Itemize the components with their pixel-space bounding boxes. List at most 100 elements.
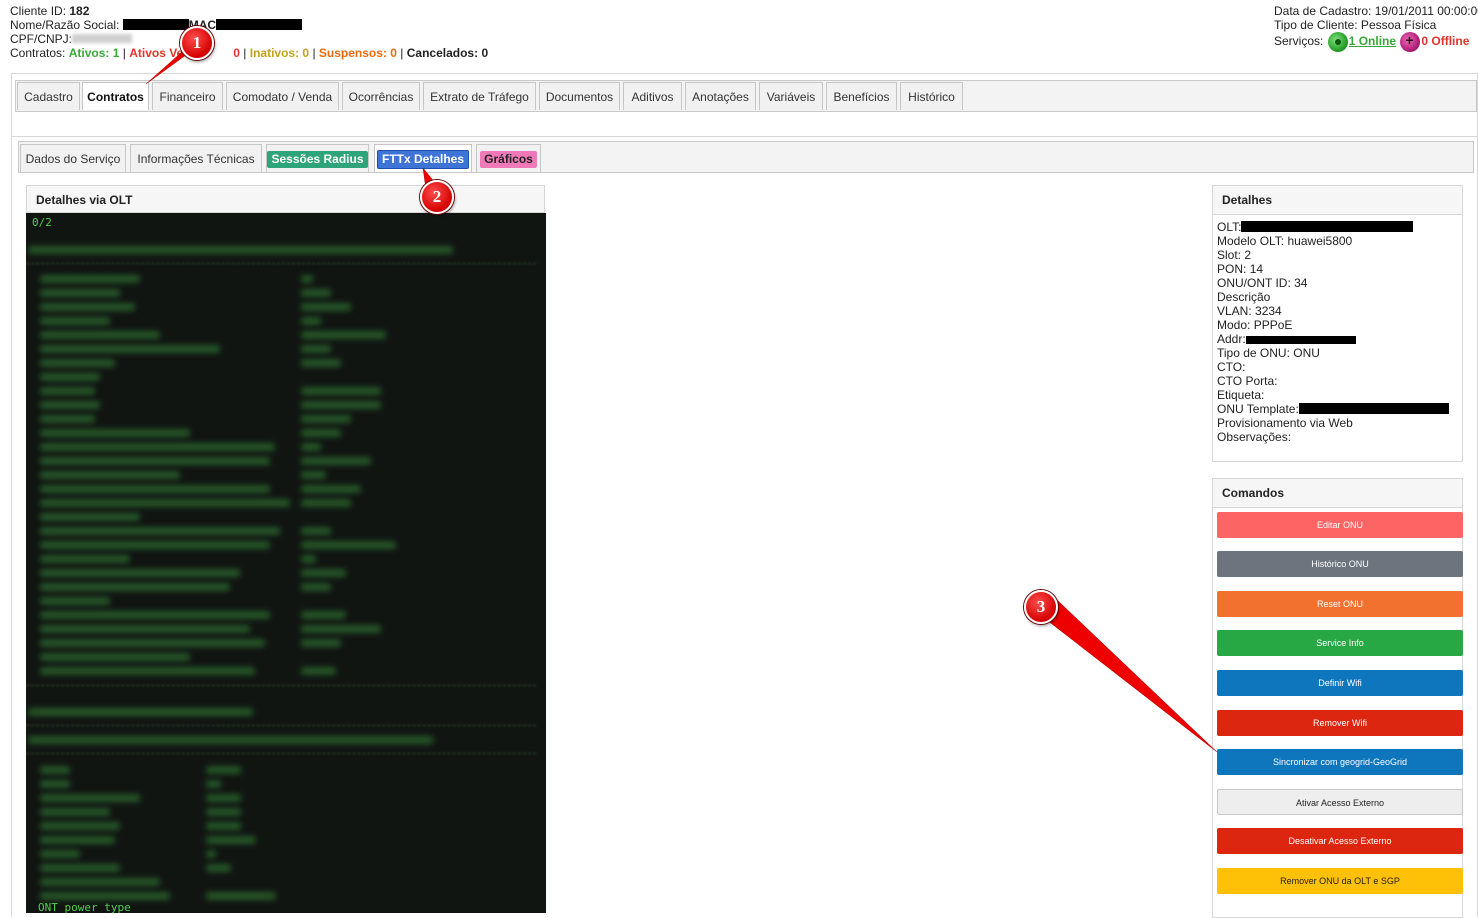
tab-extrato-trafego[interactable]: Extrato de Tráfego [423, 82, 536, 110]
detail-label: Etiqueta: [1217, 388, 1265, 402]
contracts-ativos-vencidos-count: 0 [233, 46, 240, 60]
detail-value: 2 [1244, 248, 1252, 262]
detail-value: huawei5800 [1287, 234, 1353, 248]
tab-beneficios[interactable]: Benefícios [826, 82, 897, 110]
detail-value: 3234 [1255, 304, 1282, 318]
tab-aditivos[interactable]: Aditivos [623, 82, 682, 110]
disable-external-access-button[interactable]: Desativar Acesso Externo [1217, 828, 1463, 854]
tab-cadastro[interactable]: Cadastro [17, 82, 80, 110]
sep: | [400, 46, 404, 60]
detail-value: 34 [1294, 276, 1308, 290]
detail-label: VLAN: [1217, 304, 1252, 318]
offline-status-icon [1400, 32, 1421, 52]
details-title: Detalhes [1213, 186, 1462, 215]
client-id-value: 182 [69, 4, 90, 18]
detail-label: CTO Porta: [1217, 374, 1278, 388]
contracts-label: Contratos: [10, 46, 66, 60]
subtab-informacoes-tecnicas[interactable]: Informações Técnicas [130, 144, 262, 172]
contracts-row: Contratos: Ativos: 1 | Ativos Ve 0 | Inat… [10, 46, 488, 60]
detail-label: CTO: [1217, 360, 1246, 374]
sync-geogrid-button[interactable]: Sincronizar com geogrid-GeoGrid [1217, 749, 1463, 775]
client-cpf-row: CPF/CNPJ: [10, 32, 488, 46]
subtab-sessoes-radius[interactable]: Sessões Radius [266, 144, 369, 172]
detail-label: Slot: [1217, 248, 1242, 262]
sep: | [122, 46, 126, 60]
commands-title: Comandos [1213, 479, 1462, 508]
onu-history-button[interactable]: Histórico ONU [1217, 551, 1463, 577]
details-panel: Detalhes OLT: Modelo OLT: huawei5800 Slo… [1212, 185, 1463, 462]
detail-label: ONU Template: [1217, 402, 1299, 416]
online-services-link[interactable]: 1 Online [1349, 34, 1396, 48]
detail-olt: OLT: [1217, 220, 1462, 234]
detail-modelo-olt: Modelo OLT: huawei5800 [1217, 234, 1462, 248]
remove-wifi-button[interactable]: Remover Wifi [1217, 710, 1463, 736]
detail-descricao: Descrição [1217, 290, 1462, 304]
sep: | [312, 46, 316, 60]
tab-comodato-venda[interactable]: Comodato / Venda [226, 82, 339, 110]
tab-financeiro[interactable]: Financeiro [152, 82, 223, 110]
tab-anotacoes[interactable]: Anotações [685, 82, 756, 110]
detail-label: ONU/ONT ID: [1217, 276, 1291, 290]
sessoes-radius-label: Sessões Radius [267, 151, 368, 168]
contracts-ativos: Ativos: 1 [68, 46, 120, 60]
details-body: OLT: Modelo OLT: huawei5800 Slot: 2 PON:… [1213, 215, 1462, 444]
detail-cto-porta: CTO Porta: [1217, 374, 1462, 388]
redacted-template [1298, 403, 1449, 414]
client-id-row: Cliente ID: 182 [10, 4, 488, 18]
graficos-label: Gráficos [480, 151, 537, 168]
detail-label: Tipo de ONU: [1217, 346, 1290, 360]
detail-label: Modelo OLT: [1217, 234, 1285, 248]
olt-terminal-output: 0/2 ONT power type [26, 213, 546, 913]
olt-panel-title: Detalhes via OLT [26, 185, 545, 213]
client-id-label: Cliente ID: [10, 4, 67, 18]
tab-variaveis[interactable]: Variáveis [759, 82, 823, 110]
commands-panel: Comandos Editar ONU Histórico ONU Reset … [1212, 478, 1463, 918]
registration-date: Data de Cadastro: 19/01/2011 00:00:00 [1274, 4, 1478, 18]
terminal-first-line: 0/2 [32, 216, 52, 229]
detail-modo: Modo: PPPoE [1217, 318, 1462, 332]
annotation-marker-3: 3 [1024, 590, 1058, 624]
detail-observacoes: Observações: [1217, 430, 1462, 444]
tab-documentos[interactable]: Documentos [539, 82, 620, 110]
contracts-suspensos: Suspensos: 0 [318, 46, 397, 60]
edit-onu-button[interactable]: Editar ONU [1217, 512, 1463, 538]
redacted-addr [1245, 336, 1356, 344]
detail-label: PON: [1217, 262, 1247, 276]
sep: | [243, 46, 247, 60]
detail-slot: Slot: 2 [1217, 248, 1462, 262]
client-type: Tipo de Cliente: Pessoa Física [1274, 18, 1437, 32]
fttx-detalhes-label: FTTx Detalhes [376, 150, 470, 169]
remove-onu-olt-sgp-button[interactable]: Remover ONU da OLT e SGP [1217, 868, 1463, 894]
detail-label: Provisionamento via Web [1217, 416, 1353, 430]
tab-contratos[interactable]: Contratos [82, 82, 149, 110]
reset-onu-button[interactable]: Reset ONU [1217, 591, 1463, 617]
tab-ocorrencias[interactable]: Ocorrências [342, 82, 420, 110]
client-header: Cliente ID: 182 Nome/Razão Social: MAC C… [10, 4, 488, 60]
detail-tipo-onu: Tipo de ONU: ONU [1217, 346, 1462, 360]
contracts-cancelados: Cancelados: 0 [406, 46, 489, 60]
enable-external-access-button[interactable]: Ativar Acesso Externo [1217, 789, 1463, 815]
detail-provisionamento: Provisionamento via Web [1217, 416, 1462, 430]
service-info-button[interactable]: Service Info [1217, 630, 1463, 656]
client-name-label: Nome/Razão Social: [10, 18, 120, 32]
redacted-name-2 [216, 19, 303, 30]
tab-historico[interactable]: Histórico [900, 82, 963, 110]
offline-services: 0 Offline [1421, 34, 1470, 48]
detail-label: Modo: [1217, 318, 1251, 332]
redacted-cpf [72, 34, 133, 43]
client-name-row: Nome/Razão Social: MAC [10, 18, 488, 32]
detail-label: Observações: [1217, 430, 1292, 444]
detail-etiqueta: Etiqueta: [1217, 388, 1462, 402]
subtab-fttx-detalhes[interactable]: FTTx Detalhes [374, 144, 472, 172]
detail-value: ONU [1293, 346, 1320, 360]
detail-vlan: VLAN: 3234 [1217, 304, 1462, 318]
set-wifi-button[interactable]: Definir Wifi [1217, 670, 1463, 696]
subtab-graficos[interactable]: Gráficos [476, 144, 541, 172]
services-label: Serviços: [1274, 34, 1324, 48]
subtab-dados-servico[interactable]: Dados do Serviço [20, 144, 126, 172]
detail-pon: PON: 14 [1217, 262, 1462, 276]
detail-label: Descrição [1217, 290, 1271, 304]
annotation-marker-2: 2 [420, 180, 454, 214]
detail-label: OLT: [1217, 220, 1242, 234]
detail-value: PPPoE [1253, 318, 1293, 332]
